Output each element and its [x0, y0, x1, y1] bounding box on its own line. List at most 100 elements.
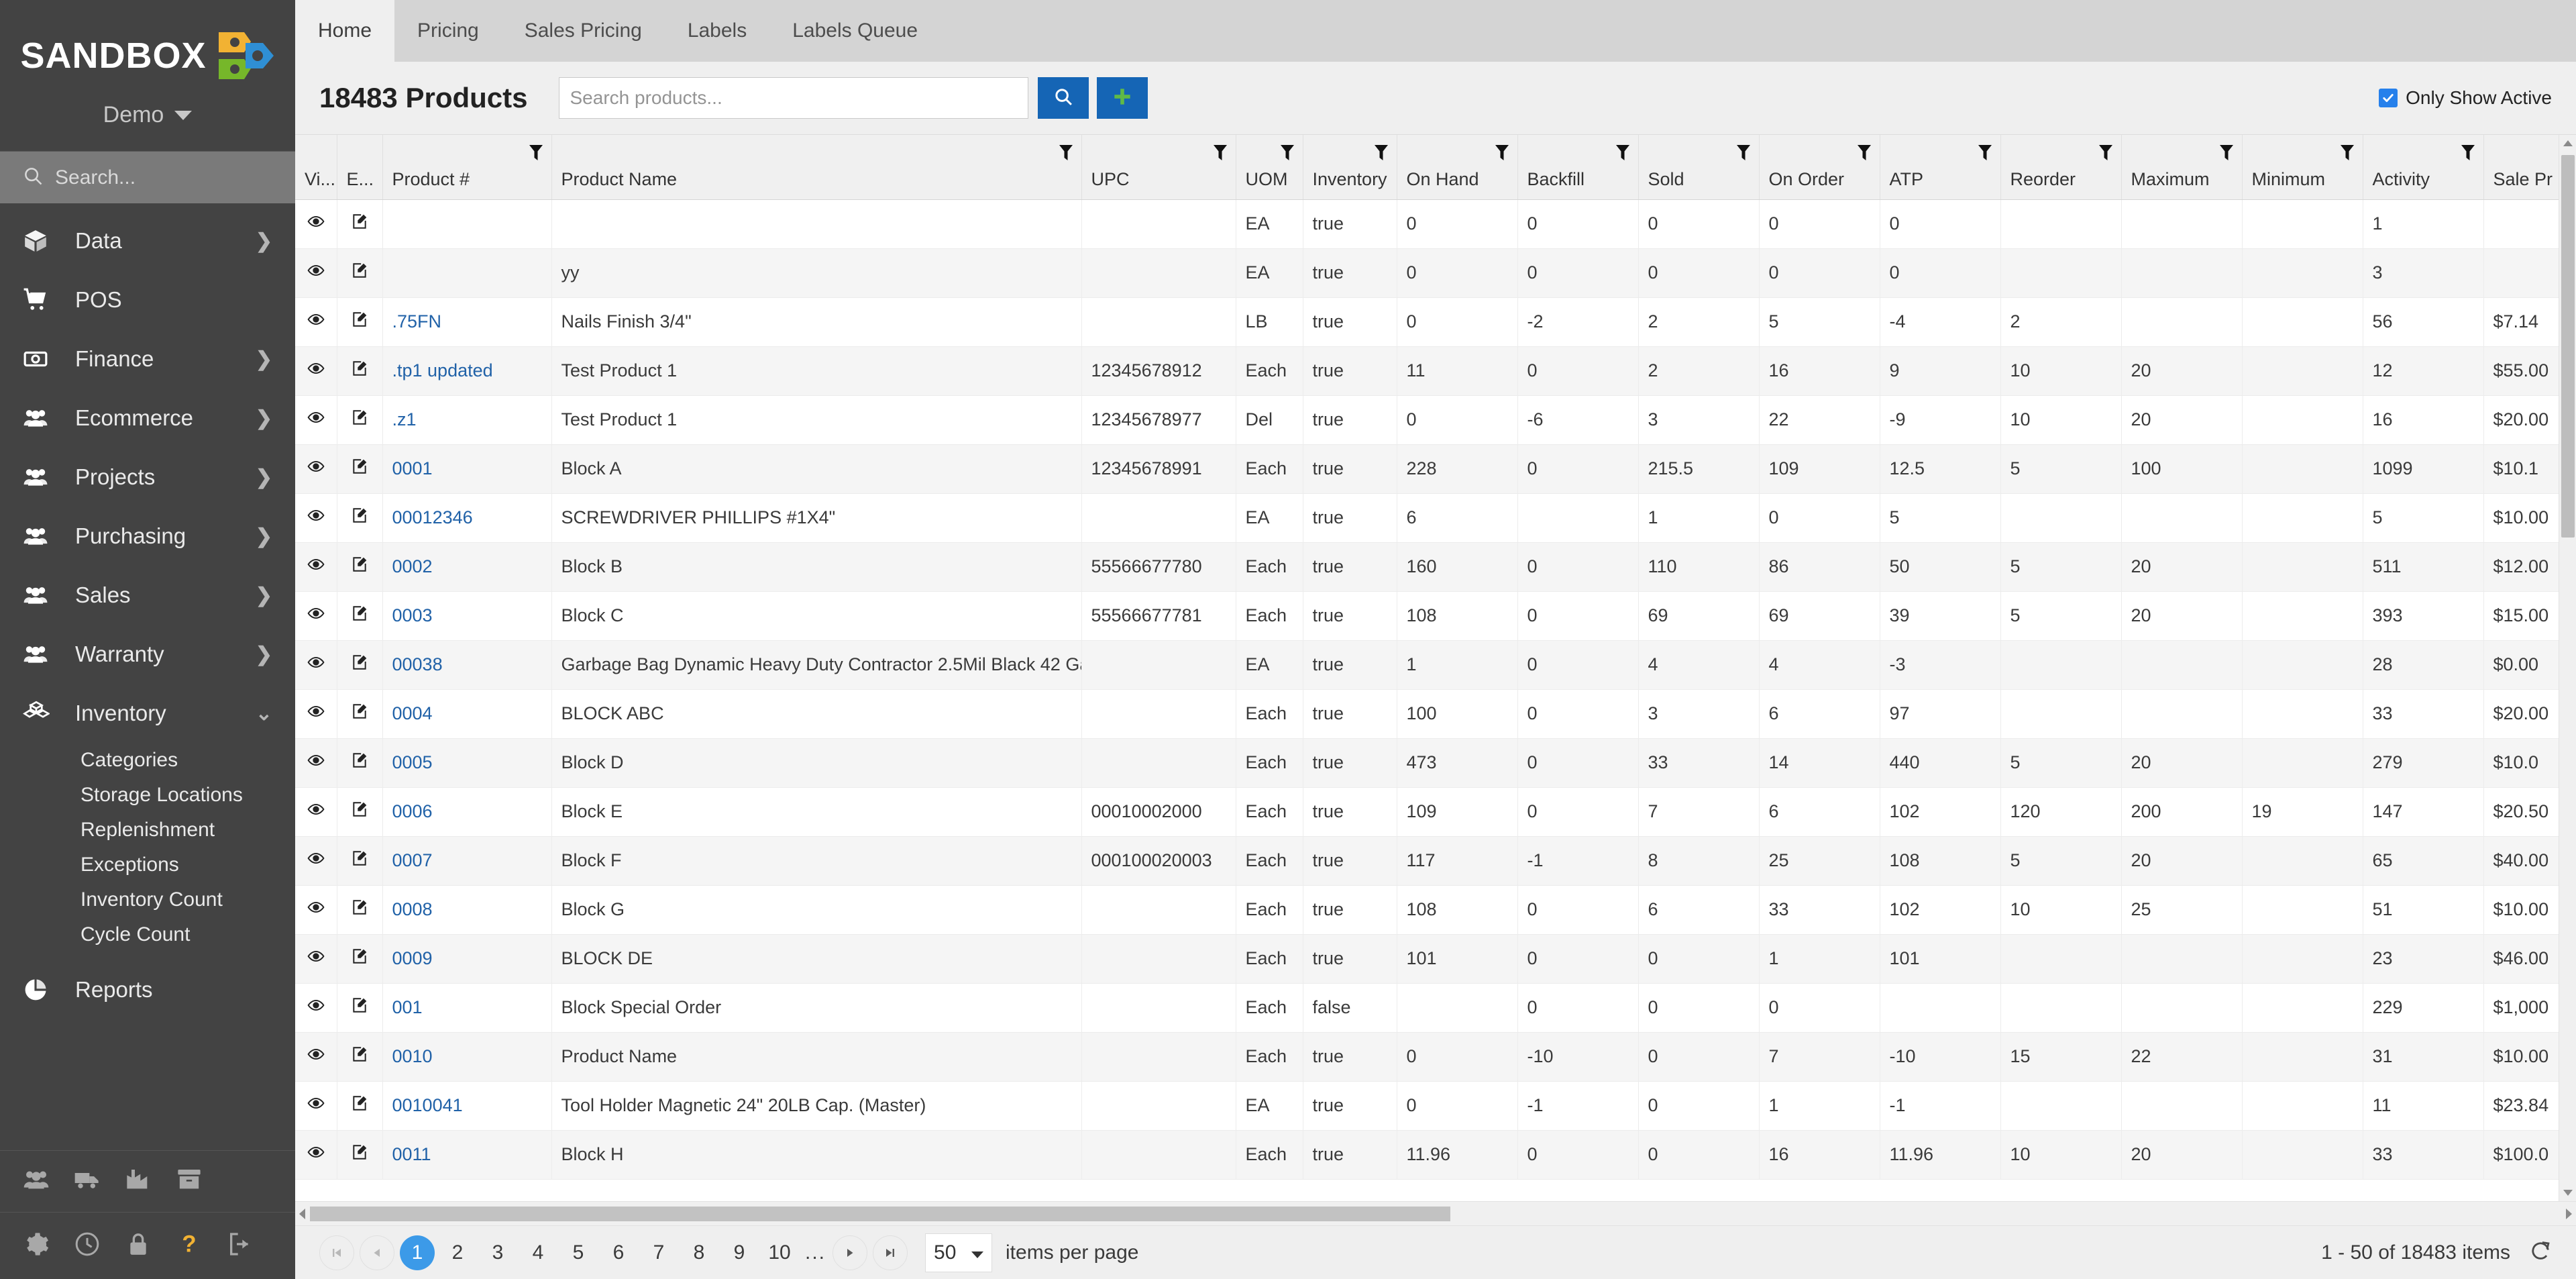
tab-labels[interactable]: Labels: [665, 0, 769, 62]
tab-pricing[interactable]: Pricing: [394, 0, 502, 62]
filter-icon[interactable]: [1374, 144, 1389, 166]
horizontal-scroll-track[interactable]: [310, 1205, 2561, 1223]
eye-icon[interactable]: [307, 507, 325, 529]
table-row[interactable]: EA true 0 0 0 0 0 1: [295, 199, 2576, 249]
view-cell[interactable]: [295, 248, 337, 298]
edit-cell[interactable]: [337, 199, 383, 249]
page-button-6[interactable]: 6: [601, 1235, 636, 1270]
edit-pencil-icon[interactable]: [351, 605, 368, 627]
view-cell[interactable]: [295, 1081, 337, 1131]
search-input[interactable]: [558, 77, 1028, 119]
first-page-button[interactable]: [319, 1235, 354, 1270]
product-number-link[interactable]: 0006: [392, 801, 433, 821]
horizontal-scrollbar[interactable]: [295, 1201, 2576, 1225]
product-number-link[interactable]: 00012346: [392, 507, 473, 527]
filter-icon[interactable]: [2340, 144, 2355, 166]
page-button-7[interactable]: 7: [641, 1235, 676, 1270]
page-button-9[interactable]: 9: [722, 1235, 757, 1270]
sidebar-search[interactable]: Search...: [0, 151, 295, 203]
product-number-cell[interactable]: 0007: [382, 836, 552, 886]
column-header-backfill[interactable]: Backfill: [1517, 135, 1639, 200]
edit-cell[interactable]: [337, 591, 383, 641]
product-number-link[interactable]: .75FN: [392, 311, 442, 331]
sidebar-item-data[interactable]: Data ❯: [0, 211, 295, 270]
eye-icon[interactable]: [307, 1143, 325, 1166]
eye-icon[interactable]: [307, 1045, 325, 1068]
table-row[interactable]: 00038 Garbage Bag Dynamic Heavy Duty Cont…: [295, 640, 2576, 690]
product-number-link[interactable]: 0002: [392, 556, 433, 576]
edit-pencil-icon[interactable]: [351, 1045, 368, 1068]
eye-icon[interactable]: [307, 948, 325, 970]
product-number-link[interactable]: 0009: [392, 948, 433, 968]
view-cell[interactable]: [295, 199, 337, 249]
edit-cell[interactable]: [337, 836, 383, 886]
product-number-cell[interactable]: .tp1 updated: [382, 346, 552, 396]
next-page-button[interactable]: [833, 1235, 868, 1270]
edit-pencil-icon[interactable]: [351, 703, 368, 725]
users-icon[interactable]: [23, 1166, 50, 1196]
eye-icon[interactable]: [307, 458, 325, 480]
product-number-link[interactable]: 001: [392, 997, 423, 1017]
previous-page-button[interactable]: [360, 1235, 394, 1270]
product-number-link[interactable]: 0010041: [392, 1095, 463, 1115]
product-number-link[interactable]: 0004: [392, 703, 433, 723]
product-number-cell[interactable]: 0005: [382, 738, 552, 788]
table-row[interactable]: 0008 Block G Each true 108 0 6 33 102 10 25 51 $10.0…: [295, 885, 2576, 935]
page-button-5[interactable]: 5: [561, 1235, 596, 1270]
edit-cell[interactable]: [337, 640, 383, 690]
table-row[interactable]: 0010041 Tool Holder Magnetic 24" 20LB Cap…: [295, 1081, 2576, 1131]
sidebar-item-replenishment[interactable]: Replenishment: [0, 813, 295, 848]
column-header-maximum[interactable]: Maximum: [2121, 135, 2243, 200]
product-number-link[interactable]: .tp1 updated: [392, 360, 493, 380]
sidebar-item-purchasing[interactable]: Purchasing ❯: [0, 507, 295, 566]
column-header-activity[interactable]: Activity: [2363, 135, 2484, 200]
vertical-scroll-thumb[interactable]: [2561, 155, 2575, 538]
column-header-uom[interactable]: UOM: [1236, 135, 1303, 200]
sidebar-item-projects[interactable]: Projects ❯: [0, 448, 295, 507]
table-row[interactable]: 0001 Block A 12345678991 Each true 228 0 215.5 1…: [295, 444, 2576, 494]
sidebar-item-categories[interactable]: Categories: [0, 743, 295, 778]
table-row[interactable]: .z1 Test Product 1 12345678977 Del true 0 -6 3 2…: [295, 395, 2576, 445]
eye-icon[interactable]: [307, 409, 325, 431]
edit-cell[interactable]: [337, 1032, 383, 1082]
view-cell[interactable]: [295, 591, 337, 641]
product-number-cell[interactable]: 0011: [382, 1130, 552, 1180]
scroll-right-icon[interactable]: [2561, 1208, 2576, 1219]
lock-icon[interactable]: [125, 1231, 152, 1261]
filter-icon[interactable]: [2098, 144, 2113, 166]
product-number-cell[interactable]: .75FN: [382, 297, 552, 347]
edit-cell[interactable]: [337, 493, 383, 543]
product-number-link[interactable]: .z1: [392, 409, 417, 429]
table-row[interactable]: 0007 Block F 000100020003 Each true 117 -1 8 25 1…: [295, 836, 2576, 886]
edit-pencil-icon[interactable]: [351, 409, 368, 431]
product-number-cell[interactable]: .z1: [382, 395, 552, 445]
last-page-button[interactable]: [873, 1235, 908, 1270]
view-cell[interactable]: [295, 493, 337, 543]
view-cell[interactable]: [295, 983, 337, 1033]
edit-cell[interactable]: [337, 787, 383, 837]
filter-icon[interactable]: [1736, 144, 1751, 166]
edit-pencil-icon[interactable]: [351, 1094, 368, 1117]
edit-pencil-icon[interactable]: [351, 654, 368, 676]
truck-icon[interactable]: [74, 1166, 101, 1196]
eye-icon[interactable]: [307, 703, 325, 725]
product-number-cell[interactable]: 0006: [382, 787, 552, 837]
product-number-cell[interactable]: 0003: [382, 591, 552, 641]
column-header-inventory[interactable]: Inventory: [1303, 135, 1397, 200]
product-number-cell[interactable]: 0001: [382, 444, 552, 494]
product-number-cell[interactable]: [382, 199, 552, 249]
column-header-product-no[interactable]: Product #: [382, 135, 552, 200]
edit-pencil-icon[interactable]: [351, 507, 368, 529]
scroll-up-icon[interactable]: [2559, 135, 2576, 152]
edit-pencil-icon[interactable]: [351, 948, 368, 970]
table-row[interactable]: 0003 Block C 55566677781 Each true 108 0 69 69 39…: [295, 591, 2576, 641]
table-row[interactable]: 0011 Block H Each true 11.96 0 0 16 11.96 10 20 33 $…: [295, 1130, 2576, 1180]
filter-icon[interactable]: [1280, 144, 1295, 166]
gear-icon[interactable]: [23, 1231, 50, 1261]
column-header-minimum[interactable]: Minimum: [2242, 135, 2363, 200]
view-cell[interactable]: [295, 297, 337, 347]
column-header-view[interactable]: Vi...: [295, 135, 337, 200]
edit-cell[interactable]: [337, 444, 383, 494]
edit-pencil-icon[interactable]: [351, 556, 368, 578]
table-row[interactable]: 0002 Block B 55566677780 Each true 160 0 110 86 5…: [295, 542, 2576, 592]
